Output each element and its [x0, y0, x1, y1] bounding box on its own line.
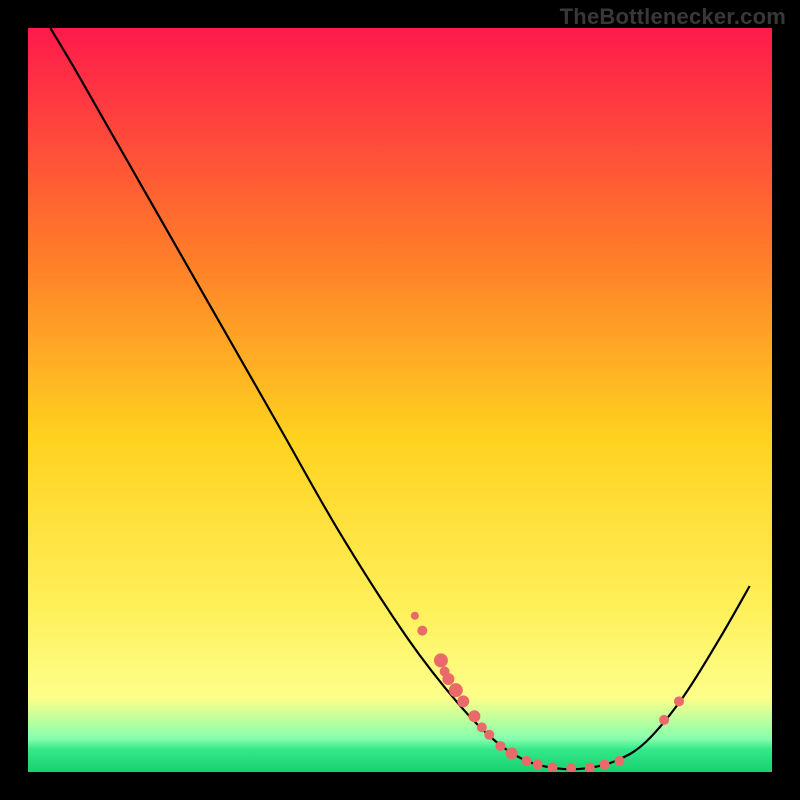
data-point [674, 696, 684, 706]
watermark-text: TheBottlenecker.com [560, 4, 786, 30]
plot-area [28, 28, 772, 772]
gradient-bg [28, 28, 772, 772]
data-point [533, 760, 543, 770]
data-point [506, 747, 518, 759]
chart-svg [28, 28, 772, 772]
data-point [477, 722, 487, 732]
data-point [468, 710, 480, 722]
data-point [411, 612, 419, 620]
data-point [434, 653, 448, 667]
data-point [614, 756, 624, 766]
data-point [457, 695, 469, 707]
data-point [600, 760, 610, 770]
data-point [449, 683, 463, 697]
chart-frame: TheBottlenecker.com [0, 0, 800, 800]
data-point [659, 715, 669, 725]
data-point [495, 741, 505, 751]
data-point [417, 626, 427, 636]
data-point [521, 756, 531, 766]
data-point [442, 673, 454, 685]
data-point [484, 730, 494, 740]
